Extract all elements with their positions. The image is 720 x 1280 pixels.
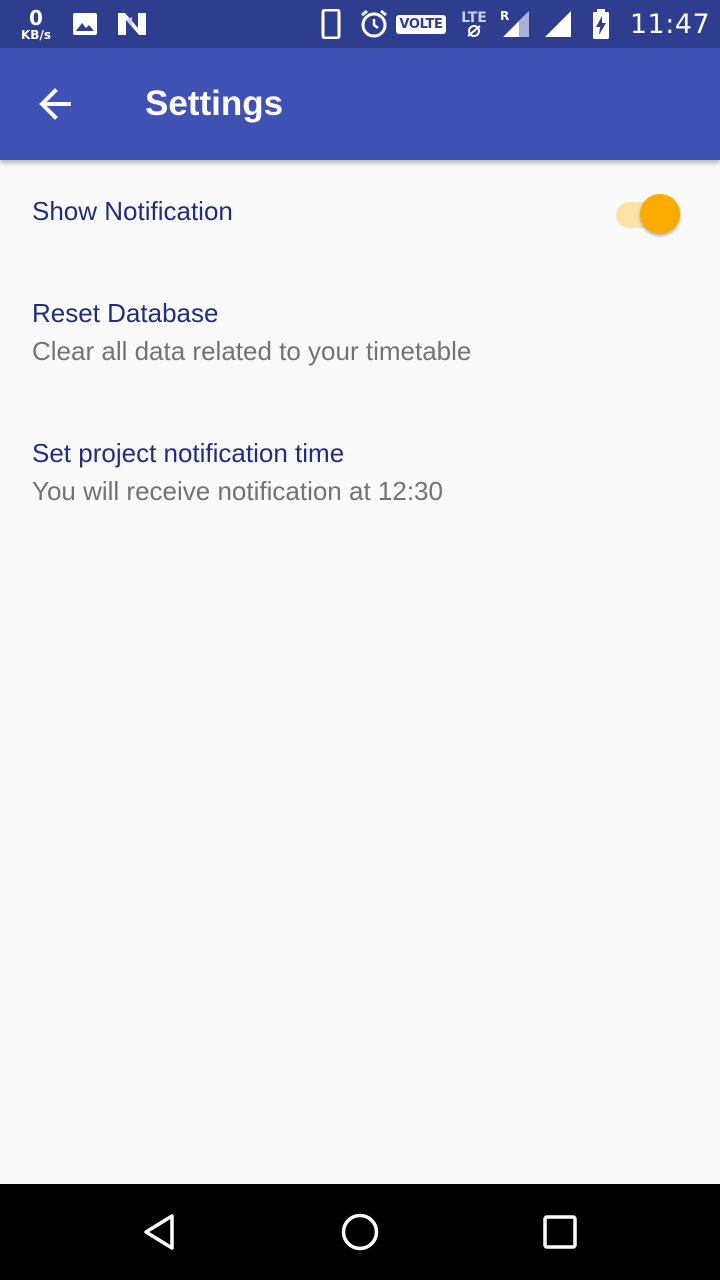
nav-recents-button[interactable] — [532, 1204, 588, 1260]
back-button[interactable] — [28, 78, 84, 130]
setting-project-notification-time[interactable]: Set project notification time You will r… — [0, 404, 720, 544]
arrow-left-icon — [39, 88, 71, 120]
back-triangle-icon — [144, 1214, 174, 1250]
nav-home-button[interactable] — [332, 1204, 388, 1260]
setting-reset-database[interactable]: Reset Database Clear all data related to… — [0, 264, 720, 404]
volte-label: VOLTE — [396, 14, 446, 34]
setting-show-notification[interactable]: Show Notification — [0, 160, 720, 264]
show-notification-switch[interactable] — [616, 194, 684, 234]
n-logo-icon — [114, 0, 150, 48]
network-speed: 0 KB/s — [14, 0, 58, 48]
navigation-bar — [0, 1184, 720, 1280]
setting-title: Set project notification time — [32, 438, 345, 468]
signal-icon — [540, 0, 574, 48]
battery-charging-icon — [588, 0, 614, 48]
phone-icon — [318, 0, 344, 48]
nav-back-button[interactable] — [132, 1204, 188, 1260]
status-clock: 11:47 — [629, 8, 711, 40]
page-title: Settings — [145, 84, 284, 123]
wifi-off-icon — [467, 25, 481, 37]
lte-indicator: LTE — [454, 0, 494, 48]
alarm-icon — [358, 0, 390, 48]
app-bar: Settings — [0, 48, 720, 160]
setting-title: Show Notification — [32, 196, 233, 226]
setting-summary: You will receive notification at 12:30 — [32, 476, 443, 506]
volte-badge: VOLTE — [396, 0, 446, 48]
lte-label: LTE — [461, 10, 487, 26]
roaming-signal: R — [498, 0, 532, 48]
setting-title: Reset Database — [32, 298, 219, 328]
home-circle-icon — [341, 1213, 379, 1251]
network-speed-unit: KB/s — [21, 27, 51, 42]
setting-summary: Clear all data related to your timetable — [32, 336, 472, 366]
network-speed-value: 0 — [29, 5, 43, 30]
image-icon — [70, 0, 100, 48]
settings-screen: 0 KB/s VOLTE LTE R 11:47 Settings Show N… — [0, 0, 720, 1280]
switch-thumb — [640, 194, 680, 234]
recents-square-icon — [543, 1215, 577, 1249]
status-bar: 0 KB/s VOLTE LTE R 11:47 — [0, 0, 720, 48]
roaming-label: R — [500, 9, 510, 23]
